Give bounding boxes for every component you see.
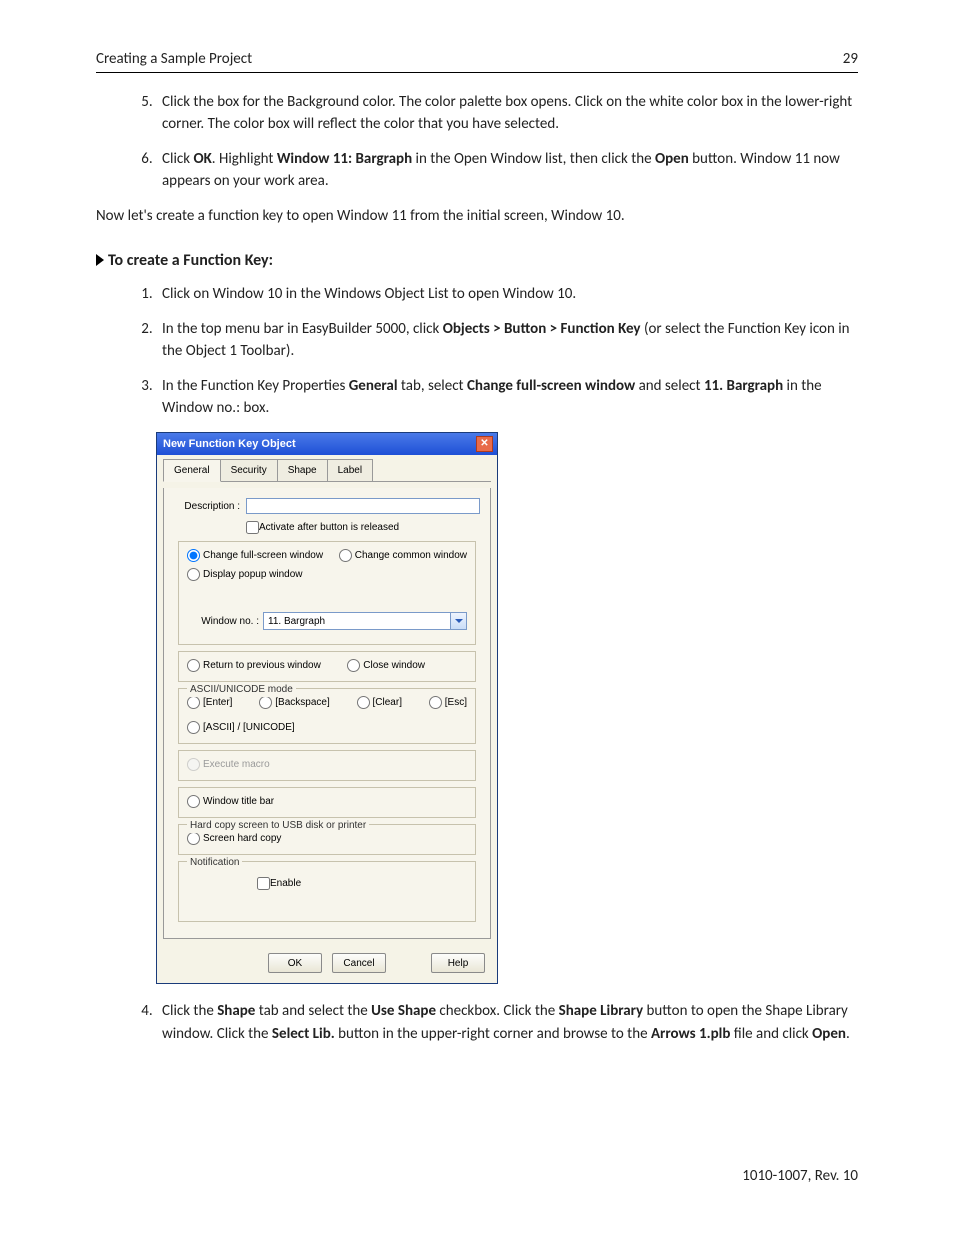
step-5: Click the box for the Background color. … bbox=[156, 91, 858, 136]
hardcopy-group: Hard copy screen to USB disk or printer … bbox=[178, 824, 476, 855]
radio-execute-macro: Execute macro bbox=[187, 757, 467, 772]
chevron-down-icon[interactable] bbox=[451, 612, 467, 630]
radio-close-window[interactable]: Close window bbox=[347, 658, 425, 673]
radio-clear[interactable]: [Clear] bbox=[357, 695, 402, 710]
ascii-group-legend: ASCII/UNICODE mode bbox=[187, 682, 296, 697]
window-no-input[interactable] bbox=[263, 612, 451, 630]
dialog-titlebar[interactable]: New Function Key Object ✕ bbox=[157, 433, 497, 456]
activate-checkbox[interactable] bbox=[246, 521, 259, 534]
activate-label: Activate after button is released bbox=[259, 520, 399, 535]
header-title: Creating a Sample Project bbox=[96, 48, 252, 71]
steps-list-c: Click the Shape tab and select the Use S… bbox=[96, 1000, 858, 1045]
step-c4: Click the Shape tab and select the Use S… bbox=[156, 1000, 858, 1045]
radio-popup[interactable]: Display popup window bbox=[187, 567, 303, 582]
dialog-button-bar: OK Cancel Help bbox=[163, 947, 491, 975]
function-key-dialog: New Function Key Object ✕ General Securi… bbox=[156, 432, 498, 985]
steps-list-b: Click on Window 10 in the Windows Object… bbox=[96, 283, 858, 420]
dialog-title: New Function Key Object bbox=[163, 436, 296, 453]
tab-shape[interactable]: Shape bbox=[277, 459, 328, 481]
tab-general-page: Description : Activate after button is r… bbox=[163, 488, 491, 939]
steps-list-a: Click the box for the Background color. … bbox=[96, 91, 858, 193]
radio-ascii-unicode[interactable]: [ASCII] / [UNICODE] bbox=[187, 720, 295, 735]
close-icon[interactable]: ✕ bbox=[476, 436, 493, 452]
radio-screen-hardcopy[interactable]: Screen hard copy bbox=[187, 831, 467, 846]
tab-general[interactable]: General bbox=[163, 459, 221, 482]
ok-button[interactable]: OK bbox=[268, 953, 322, 973]
radio-backspace[interactable]: [Backspace] bbox=[259, 695, 329, 710]
section-heading: To create a Function Key: bbox=[96, 249, 858, 273]
page-header: Creating a Sample Project 29 bbox=[96, 48, 858, 73]
return-close-group: Return to previous window Close window bbox=[178, 651, 476, 682]
tab-security[interactable]: Security bbox=[220, 459, 278, 481]
bridge-paragraph: Now let's create a function key to open … bbox=[96, 205, 858, 228]
step-6: Click OK. Highlight Window 11: Bargraph … bbox=[156, 148, 858, 193]
notification-group: Notification Enable bbox=[178, 861, 476, 922]
radio-enter[interactable]: [Enter] bbox=[187, 695, 232, 710]
notification-enable-checkbox[interactable] bbox=[257, 877, 270, 890]
dialog-tabs: General Security Shape Label bbox=[163, 459, 491, 482]
description-label: Description : bbox=[174, 499, 246, 514]
macro-group: Execute macro bbox=[178, 750, 476, 781]
header-page-number: 29 bbox=[843, 48, 858, 71]
hardcopy-group-legend: Hard copy screen to USB disk or printer bbox=[187, 818, 369, 833]
triangle-icon bbox=[96, 254, 104, 266]
window-no-combo[interactable] bbox=[263, 612, 467, 630]
radio-esc[interactable]: [Esc] bbox=[429, 695, 467, 710]
window-no-label: Window no. : bbox=[187, 614, 263, 629]
cancel-button[interactable]: Cancel bbox=[332, 953, 386, 973]
ascii-group: ASCII/UNICODE mode [Enter] [Backspace] [… bbox=[178, 688, 476, 744]
radio-window-titlebar[interactable]: Window title bar bbox=[187, 794, 467, 809]
notification-enable-label: Enable bbox=[270, 876, 301, 891]
page-footer: 1010-1007, Rev. 10 bbox=[742, 1165, 858, 1188]
tab-label[interactable]: Label bbox=[327, 459, 373, 481]
step-b1: Click on Window 10 in the Windows Object… bbox=[156, 283, 858, 306]
radio-common[interactable]: Change common window bbox=[339, 548, 467, 563]
step-b3: In the Function Key Properties General t… bbox=[156, 375, 858, 420]
titlebar-group: Window title bar bbox=[178, 787, 476, 818]
notification-legend: Notification bbox=[187, 855, 242, 870]
step-b2: In the top menu bar in EasyBuilder 5000,… bbox=[156, 318, 858, 363]
radio-return-prev[interactable]: Return to previous window bbox=[187, 658, 321, 673]
radio-fullscreen[interactable]: Change full-screen window bbox=[187, 548, 323, 563]
window-mode-group: Change full-screen window Change common … bbox=[178, 541, 476, 645]
help-button[interactable]: Help bbox=[431, 953, 485, 973]
description-input[interactable] bbox=[246, 498, 480, 514]
